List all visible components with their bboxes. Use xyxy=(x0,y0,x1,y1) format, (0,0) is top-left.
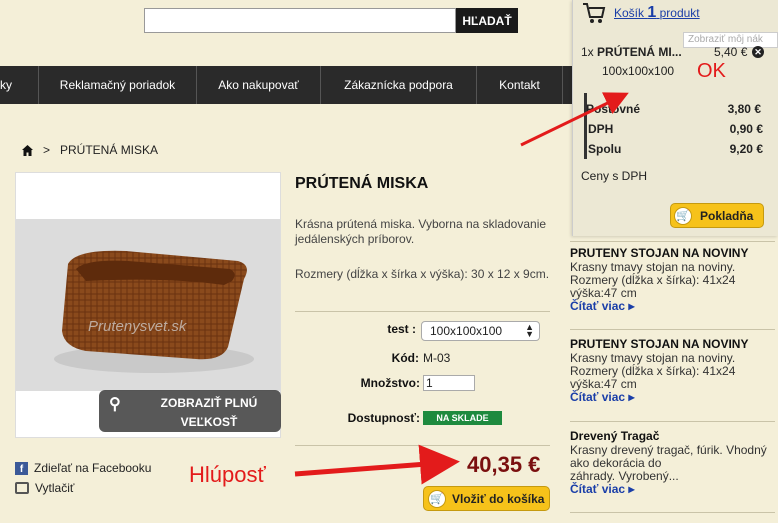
option-select-value: 100x100x100 xyxy=(430,324,503,338)
print-label: Vytlačiť xyxy=(35,481,75,495)
code-label: Kód: xyxy=(391,351,419,365)
divider xyxy=(295,311,550,312)
availability-label: Dostupnosť: xyxy=(347,411,420,425)
divider xyxy=(570,241,775,242)
home-icon[interactable] xyxy=(22,144,33,156)
print-link[interactable]: Vytlačiť xyxy=(15,481,74,495)
sidebar-product: Drevený Tragač Krasny drevený tragač, fú… xyxy=(570,430,775,496)
cart-item-price: 5,40 € xyxy=(714,45,748,59)
nav-item-partial[interactable]: ky xyxy=(0,66,38,104)
divider xyxy=(570,329,775,330)
magnifier-icon: ⚲ xyxy=(109,396,121,413)
read-more-link[interactable]: Čítať viac ▸ xyxy=(570,300,775,313)
share-facebook-label: Zdieľať na Facebooku xyxy=(34,461,152,475)
cart-header[interactable]: Košík 1 produkt xyxy=(582,2,700,24)
product-price: 40,35 € xyxy=(467,452,541,477)
breadcrumb-separator: > xyxy=(43,143,51,157)
divider xyxy=(570,421,775,422)
product-dimensions: Rozmery (dĺžka x šírka x výška): 30 x 12… xyxy=(295,267,550,281)
vat-note: Ceny s DPH xyxy=(581,169,648,183)
product-photo: Prutenysvet.sk xyxy=(16,219,280,391)
cart-count: 1 xyxy=(647,4,657,21)
main-nav: ky Reklamačný poriadok Ako nakupovať Zák… xyxy=(0,66,572,104)
breadcrumb-current: PRÚTENÁ MISKA xyxy=(60,143,159,157)
option-select[interactable]: 100x100x100 ▲ ▼ xyxy=(421,321,540,341)
cart-link-prefix: Košík xyxy=(614,6,645,20)
nav-item-reklamacny-poriadok[interactable]: Reklamačný poriadok xyxy=(38,66,196,104)
zoom-full-size-button[interactable]: ⚲ ZOBRAZIŤ PLNÚ VEĽKOSŤ xyxy=(99,390,281,432)
facebook-icon: f xyxy=(15,461,28,475)
sidebar-product-title[interactable]: PRUTENY STOJAN NA NOVINY xyxy=(570,338,775,351)
read-more-link[interactable]: Čítať viac ▸ xyxy=(570,391,775,404)
divider xyxy=(295,445,550,446)
cart-item-variant: 100x100x100 xyxy=(602,64,675,78)
breadcrumb: > PRÚTENÁ MISKA xyxy=(22,143,158,157)
nav-item-ako-nakupovat[interactable]: Ako nakupovať xyxy=(196,66,320,104)
sidebar-product-desc: Krasny tmavy stojan na noviny. Rozmery (… xyxy=(570,260,736,300)
annotation-wrong: Hlúposť xyxy=(189,462,266,487)
sidebar-product-title[interactable]: Drevený Tragač xyxy=(570,430,775,443)
add-to-cart-label: Vložiť do košíka xyxy=(452,491,545,506)
nav-divider xyxy=(562,66,572,104)
total-row: Spolu 9,20 € xyxy=(588,142,765,156)
printer-icon xyxy=(15,482,29,494)
sidebar-product-desc: Krasny drevený tragač, fúrik. Vhodný ako… xyxy=(570,443,767,483)
basket-image: Prutenysvet.sk xyxy=(54,250,254,373)
shipping-row: Poštovné 3,80 € xyxy=(586,102,763,116)
vat-row: DPH 0,90 € xyxy=(588,122,765,136)
select-arrows-icon: ▲ ▼ xyxy=(525,322,534,339)
cart-totals: Poštovné 3,80 € DPH 0,90 € Spolu 9,20 € xyxy=(584,93,765,159)
checkout-label: Pokladňa xyxy=(700,208,754,223)
cart-item-name: 1x PRÚTENÁ MI... xyxy=(581,45,682,59)
read-more-link[interactable]: Čítať viac ▸ xyxy=(570,483,775,496)
cart-icon: 🛒 xyxy=(674,206,692,225)
product-description: Krásna prútená miska. Vyborna na skladov… xyxy=(295,217,547,246)
total-value: 9,20 € xyxy=(729,142,763,156)
product-title: PRÚTENÁ MISKA xyxy=(295,175,429,192)
quantity-label: Množstvo: xyxy=(360,376,420,390)
vat-label: DPH xyxy=(588,122,614,136)
code-value: M-03 xyxy=(423,351,451,365)
add-to-cart-button[interactable]: 🛒 Vložiť do košíka xyxy=(423,486,550,511)
zoom-full-size-label: ZOBRAZIŤ PLNÚ VEĽKOSŤ xyxy=(160,396,258,429)
cart-item-title: PRÚTENÁ MI... xyxy=(597,45,682,59)
divider xyxy=(570,512,775,513)
vat-value: 0,90 € xyxy=(729,122,763,136)
sidebar-product-title[interactable]: PRUTENY STOJAN NA NOVINY xyxy=(570,247,775,260)
total-label: Spolu xyxy=(588,142,622,156)
search-input[interactable] xyxy=(144,8,456,33)
sidebar-product-desc: Krasny tmavy stojan na noviny. Rozmery (… xyxy=(570,351,736,391)
annotation-ok: OK xyxy=(697,60,726,82)
search-button[interactable]: HĽADAŤ xyxy=(456,8,518,33)
arrow-to-price xyxy=(294,444,460,485)
cart-icon: 🛒 xyxy=(428,489,446,508)
share-facebook[interactable]: f Zdieľať na Facebooku xyxy=(15,461,151,475)
quantity-input[interactable]: 1 xyxy=(423,375,475,391)
checkout-button[interactable]: 🛒 Pokladňa xyxy=(670,203,764,228)
in-stock-badge: NA SKLADE xyxy=(423,411,502,425)
shipping-label: Poštovné xyxy=(586,102,641,116)
cart-link-suffix: produkt xyxy=(659,6,700,20)
cart-item-qty: 1x xyxy=(581,45,594,59)
nav-item-zakaznicka-podpora[interactable]: Zákaznícka podpora xyxy=(320,66,476,104)
nav-item-kontakt[interactable]: Kontakt xyxy=(476,66,562,104)
sidebar-product: PRUTENY STOJAN NA NOVINY Krasny tmavy st… xyxy=(570,247,775,313)
remove-item-icon[interactable]: ✕ xyxy=(752,46,764,58)
sidebar-product: PRUTENY STOJAN NA NOVINY Krasny tmavy st… xyxy=(570,338,775,404)
cart-link[interactable]: Košík 1 produkt xyxy=(614,4,700,22)
image-watermark: Prutenysvet.sk xyxy=(88,318,188,335)
cart-icon xyxy=(583,3,606,23)
option-label: test : xyxy=(387,322,416,336)
shipping-value: 3,80 € xyxy=(727,102,761,116)
